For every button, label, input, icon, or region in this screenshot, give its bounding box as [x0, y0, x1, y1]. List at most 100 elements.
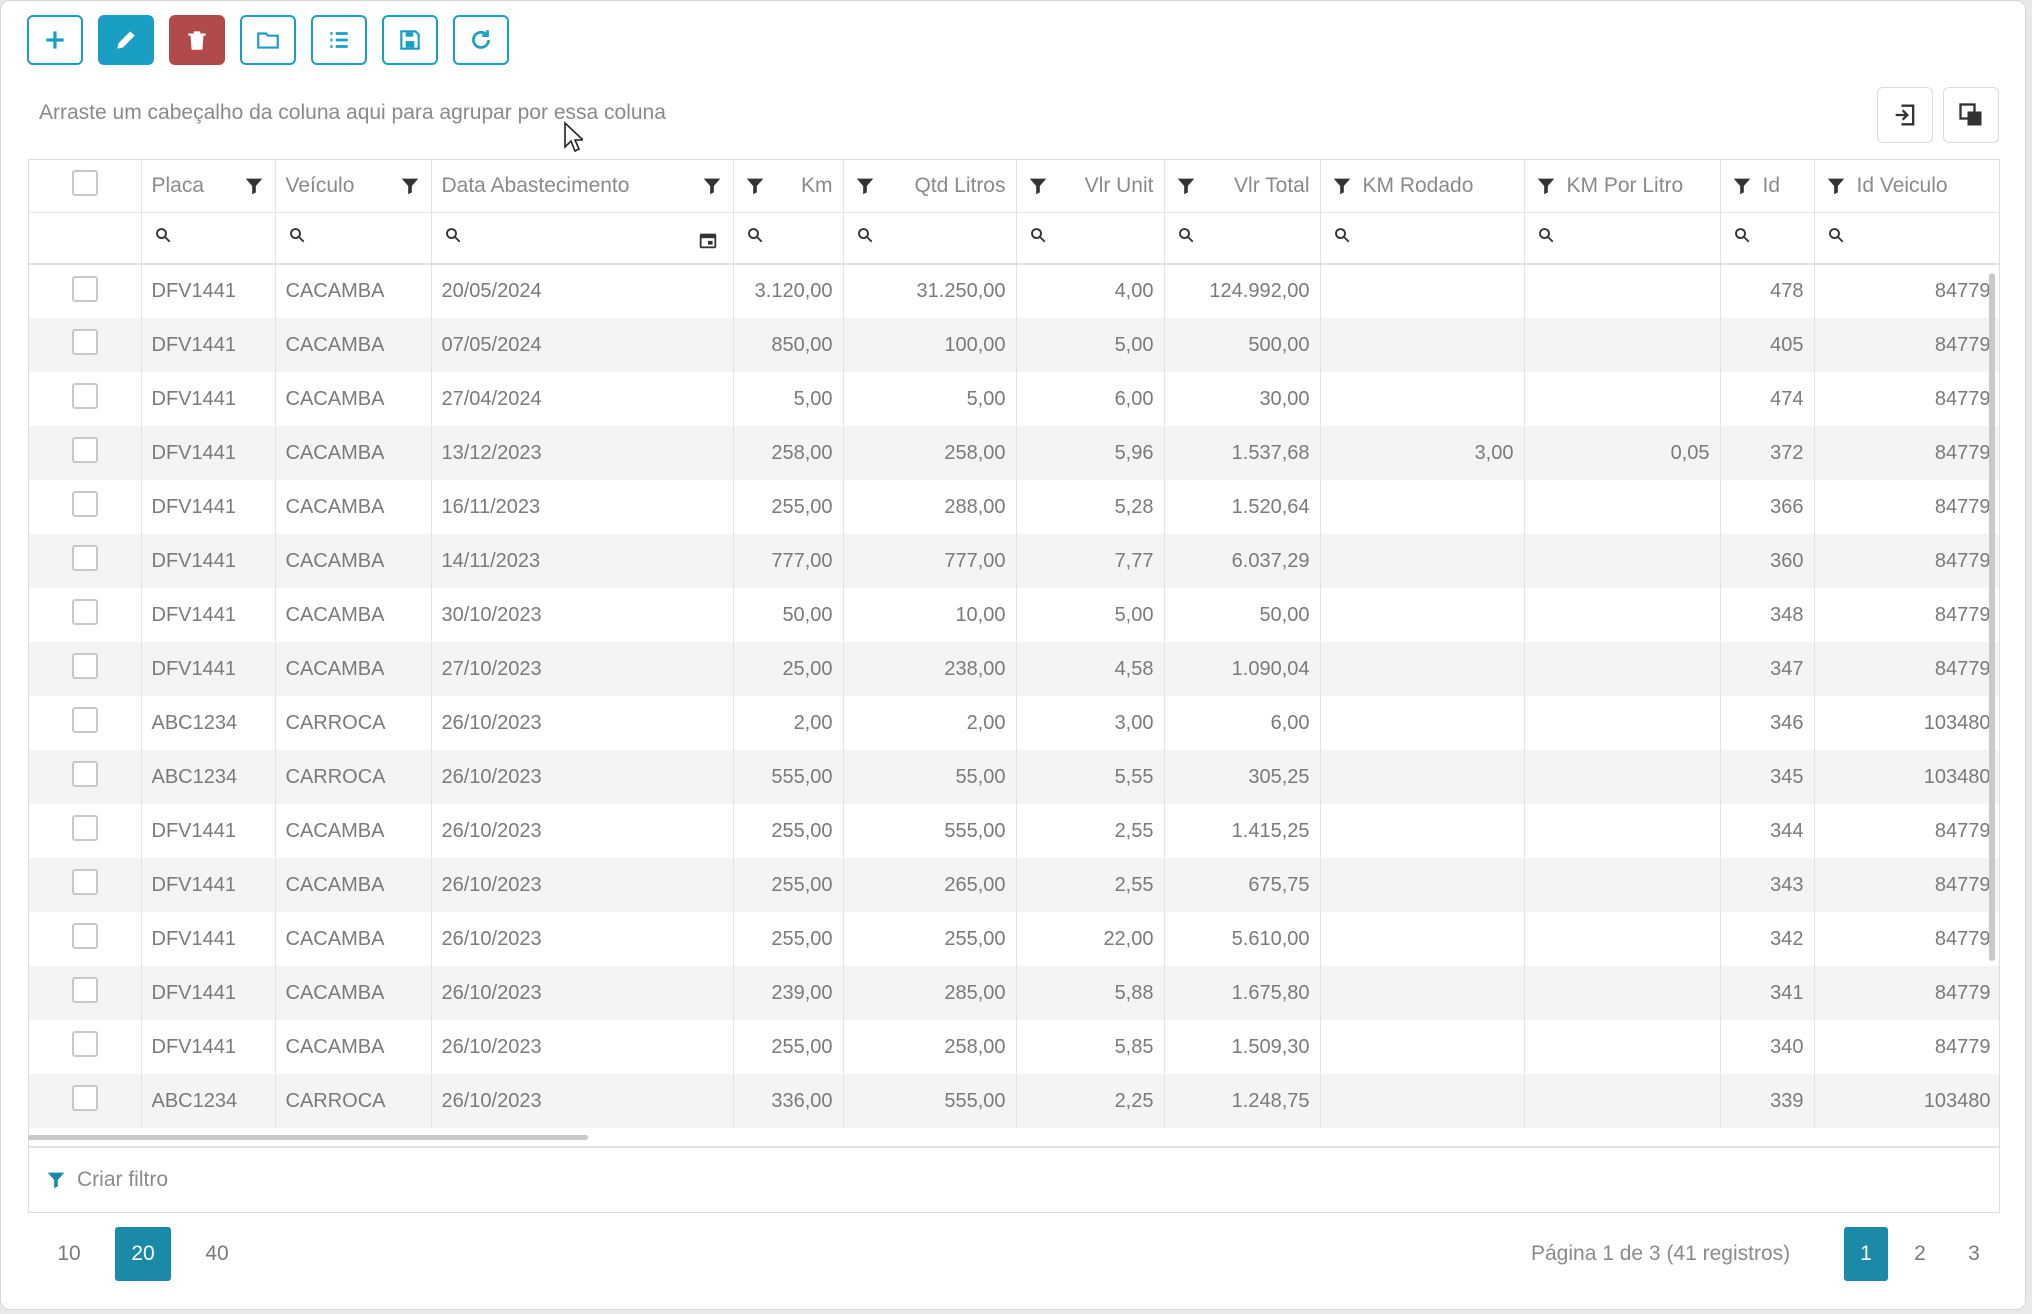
row-checkbox[interactable]: [71, 1085, 98, 1111]
row-checkbox[interactable]: [71, 545, 98, 571]
table-row[interactable]: DFV1441 CACAMBA 26/10/2023 255,00 258,00 5,85…: [29, 1020, 1999, 1074]
filter-icon[interactable]: [1175, 175, 1197, 197]
table-row[interactable]: DFV1441 CACAMBA 26/10/2023 255,00 255,00 22,0…: [29, 912, 1999, 966]
table-cell: [1524, 804, 1721, 858]
add-button[interactable]: [27, 15, 83, 65]
table-cell: [1524, 912, 1721, 966]
table-cell: CACAMBA: [275, 480, 432, 534]
table-row[interactable]: ABC1234 CARROCA 26/10/2023 555,00 55,00 5,55 3…: [29, 750, 1999, 804]
column-header-id-veiculo[interactable]: Id Veiculo: [1814, 160, 1999, 213]
row-checkbox[interactable]: [71, 707, 98, 733]
page-button[interactable]: 2: [1898, 1227, 1942, 1281]
column-header-km-por-litro[interactable]: KM Por Litro: [1524, 160, 1721, 213]
table-cell: [1320, 264, 1525, 318]
column-header-placa[interactable]: Placa: [141, 160, 276, 213]
horizontal-scrollbar[interactable]: [28, 1135, 588, 1140]
filter-icon[interactable]: [399, 175, 421, 197]
filter-cell-veiculo[interactable]: [275, 212, 432, 265]
table-row[interactable]: DFV1441 CACAMBA 26/10/2023 255,00 265,00 2,55…: [29, 858, 1999, 912]
row-checkbox[interactable]: [71, 599, 98, 625]
page-size-option[interactable]: 10: [41, 1227, 97, 1281]
filter-builder-bar[interactable]: Criar filtro: [28, 1147, 2000, 1213]
filter-cell-id-veiculo[interactable]: [1814, 212, 1999, 265]
filter-icon[interactable]: [1731, 175, 1753, 197]
filter-cell-placa[interactable]: [141, 212, 276, 265]
edit-button[interactable]: [98, 15, 154, 65]
table-row[interactable]: DFV1441 CACAMBA 27/10/2023 25,00 238,00 4,58 1…: [29, 642, 1999, 696]
page-size-option[interactable]: 20: [115, 1227, 171, 1281]
page-size-option[interactable]: 40: [189, 1227, 245, 1281]
table-row[interactable]: DFV1441 CACAMBA 13/12/2023 258,00 258,00 5,96…: [29, 426, 1999, 480]
data-grid-panel: Arraste um cabeçalho da coluna aqui para…: [0, 0, 2026, 1310]
table-row[interactable]: ABC1234 CARROCA 26/10/2023 2,00 2,00 3,00 6,00…: [29, 696, 1999, 750]
row-checkbox[interactable]: [71, 275, 98, 302]
table-row[interactable]: DFV1441 CACAMBA 26/10/2023 255,00 555,00 2,55…: [29, 804, 1999, 858]
column-chooser-button[interactable]: [1943, 87, 1999, 143]
column-header-qtd-litros[interactable]: Qtd Litros: [843, 160, 1017, 213]
table-row[interactable]: DFV1441 CACAMBA 14/11/2023 777,00 777,00 7,77…: [29, 534, 1999, 588]
filter-cell-km[interactable]: [733, 212, 844, 265]
select-all-checkbox[interactable]: [71, 169, 98, 196]
filter-cell-vlr-total[interactable]: [1164, 212, 1321, 265]
table-cell: 478: [1720, 264, 1815, 318]
table-row[interactable]: DFV1441 CACAMBA 30/10/2023 50,00 10,00 5,00 50…: [29, 588, 1999, 642]
vertical-scrollbar[interactable]: [1989, 273, 1995, 961]
save-button[interactable]: [382, 15, 438, 65]
table-row[interactable]: DFV1441 CACAMBA 20/05/2024 3.120,00 31.250,0…: [29, 264, 1999, 318]
table-row[interactable]: DFV1441 CACAMBA 07/05/2024 850,00 100,00 5,00…: [29, 318, 1999, 372]
filter-cell-km-por-litro[interactable]: [1524, 212, 1721, 265]
page-button[interactable]: 3: [1952, 1227, 1996, 1281]
filter-icon[interactable]: [1825, 175, 1847, 197]
row-checkbox[interactable]: [71, 437, 98, 463]
table-row[interactable]: DFV1441 CACAMBA 27/04/2024 5,00 5,00 6,00 30,0…: [29, 372, 1999, 426]
export-button[interactable]: [1877, 87, 1933, 143]
page-button[interactable]: 1: [1844, 1227, 1888, 1281]
column-header-km[interactable]: Km: [733, 160, 844, 213]
row-checkbox[interactable]: [71, 491, 98, 517]
row-checkbox[interactable]: [71, 329, 98, 355]
column-header-id[interactable]: Id: [1720, 160, 1815, 213]
table-cell: 3,00: [1320, 426, 1525, 480]
filter-icon[interactable]: [744, 175, 766, 197]
row-checkbox[interactable]: [71, 1031, 98, 1057]
filter-cell-vlr-unit[interactable]: [1016, 212, 1165, 265]
filter-icon[interactable]: [1331, 175, 1353, 197]
filter-icon[interactable]: [1027, 175, 1049, 197]
table-row[interactable]: DFV1441 CACAMBA 26/10/2023 239,00 285,00 5,88…: [29, 966, 1999, 1020]
filter-icon[interactable]: [243, 175, 265, 197]
column-header-vlr-total[interactable]: Vlr Total: [1164, 160, 1321, 213]
filter-icon[interactable]: [854, 175, 876, 197]
row-checkbox[interactable]: [71, 761, 98, 787]
row-checkbox[interactable]: [71, 815, 98, 841]
row-checkbox[interactable]: [71, 923, 98, 949]
table-cell: 3,00: [1016, 696, 1165, 750]
filter-cell-data-abastecimento[interactable]: [431, 212, 734, 265]
row-checkbox[interactable]: [71, 869, 98, 895]
row-checkbox[interactable]: [71, 977, 98, 1003]
column-header-vlr-unit[interactable]: Vlr Unit: [1016, 160, 1165, 213]
row-checkbox[interactable]: [71, 383, 98, 409]
table-cell: [1320, 804, 1525, 858]
table-cell: 26/10/2023: [431, 858, 734, 912]
table-cell: 777,00: [733, 534, 844, 588]
table-row[interactable]: ABC1234 CARROCA 26/10/2023 336,00 555,00 2,25…: [29, 1074, 1999, 1128]
column-header-veiculo[interactable]: Veículo: [275, 160, 432, 213]
filter-cell-qtd-litros[interactable]: [843, 212, 1017, 265]
delete-button[interactable]: [169, 15, 225, 65]
table-cell: 366: [1720, 480, 1815, 534]
table-row[interactable]: DFV1441 CACAMBA 16/11/2023 255,00 288,00 5,28…: [29, 480, 1999, 534]
calendar-icon[interactable]: [697, 229, 719, 251]
open-button[interactable]: [240, 15, 296, 65]
column-header-data-abastecimento[interactable]: Data Abastecimento: [431, 160, 734, 213]
filter-cell-id[interactable]: [1720, 212, 1815, 265]
row-checkbox[interactable]: [71, 653, 98, 679]
list-button[interactable]: [311, 15, 367, 65]
filter-icon[interactable]: [701, 175, 723, 197]
refresh-button[interactable]: [453, 15, 509, 65]
create-filter-label: Criar filtro: [77, 1168, 169, 1191]
page-size-selector: 10 20 40: [41, 1227, 245, 1281]
filter-icon[interactable]: [1535, 175, 1557, 197]
column-header-km-rodado[interactable]: KM Rodado: [1320, 160, 1525, 213]
table-cell: CARROCA: [275, 696, 432, 750]
filter-cell-km-rodado[interactable]: [1320, 212, 1525, 265]
